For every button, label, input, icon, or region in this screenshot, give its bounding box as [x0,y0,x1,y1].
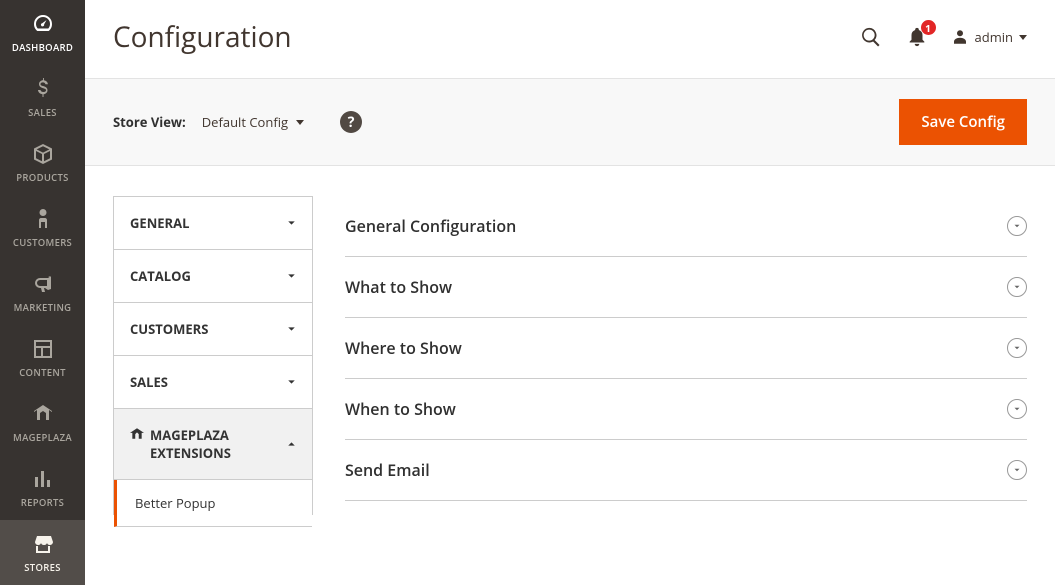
section-title: General Configuration [345,215,516,237]
user-menu[interactable]: admin [951,28,1027,46]
sidebar-label: REPORTS [21,496,64,509]
config-sections: General Configuration What to Show Where… [345,196,1027,515]
sidebar-label: PRODUCTS [16,171,68,184]
admin-sidebar: DASHBOARD SALES PRODUCTS CUSTOMERS MARKE… [0,0,85,545]
tab-mageplaza-extensions[interactable]: MAGEPLAZA EXTENSIONS [114,409,312,480]
subtab-better-popup[interactable]: Better Popup [114,480,312,527]
sidebar-item-customers[interactable]: CUSTOMERS [0,195,85,260]
scope-bar: Store View: Default Config ? Save Config [85,78,1055,166]
gauge-icon [31,10,55,38]
store-icon [31,530,55,558]
mageplaza-icon [31,400,55,428]
tab-label: GENERAL [130,214,189,232]
sidebar-label: SALES [28,106,57,119]
section-general-configuration[interactable]: General Configuration [345,196,1027,257]
caret-down-icon [296,120,304,125]
sidebar-label: CUSTOMERS [13,236,72,249]
section-when-to-show[interactable]: When to Show [345,379,1027,440]
config-tabs: GENERAL CATALOG CUSTOMERS SALES MAGEPLAZ… [113,196,313,515]
person-icon [31,205,55,233]
box-icon [31,140,55,168]
user-label: admin [975,28,1013,46]
page-header: Configuration 1 admin [85,0,1055,78]
help-icon[interactable]: ? [340,111,362,133]
expand-icon [1007,460,1027,480]
sidebar-item-products[interactable]: PRODUCTS [0,130,85,195]
megaphone-icon [31,270,55,298]
sidebar-item-marketing[interactable]: MARKETING [0,260,85,325]
store-view-switcher[interactable]: Default Config [202,113,304,131]
tab-label: SALES [130,373,168,391]
tab-label: CUSTOMERS [130,320,208,338]
chevron-down-icon [285,376,298,389]
header-actions: 1 admin [859,25,1027,49]
tab-catalog[interactable]: CATALOG [114,250,312,303]
tab-label: MAGEPLAZA EXTENSIONS [150,426,252,462]
sidebar-item-dashboard[interactable]: DASHBOARD [0,0,85,65]
sidebar-item-reports[interactable]: REPORTS [0,455,85,520]
section-title: Send Email [345,459,430,481]
chevron-down-icon [285,217,298,230]
page-title: Configuration [113,18,292,56]
sidebar-label: CONTENT [19,366,66,379]
section-title: What to Show [345,276,452,298]
chevron-down-icon [285,270,298,283]
section-title: Where to Show [345,337,462,359]
section-send-email[interactable]: Send Email [345,440,1027,501]
user-icon [951,28,969,46]
sidebar-label: MAGEPLAZA [13,431,72,444]
caret-down-icon [1019,35,1027,40]
sidebar-item-stores[interactable]: STORES [0,520,85,585]
notifications-badge: 1 [921,20,936,35]
expand-icon [1007,216,1027,236]
sidebar-label: STORES [24,561,60,574]
notifications-icon[interactable]: 1 [905,25,929,49]
section-where-to-show[interactable]: Where to Show [345,318,1027,379]
tab-label: CATALOG [130,267,191,285]
dollar-icon [31,75,55,103]
mageplaza-logo-icon [130,428,144,439]
config-content: GENERAL CATALOG CUSTOMERS SALES MAGEPLAZ… [85,166,1055,545]
expand-icon [1007,399,1027,419]
sidebar-label: MARKETING [14,301,72,314]
sidebar-item-sales[interactable]: SALES [0,65,85,130]
search-icon[interactable] [859,25,883,49]
chevron-up-icon [285,438,298,451]
layout-icon [31,335,55,363]
sidebar-label: DASHBOARD [12,41,73,54]
section-what-to-show[interactable]: What to Show [345,257,1027,318]
bar-chart-icon [31,465,55,493]
save-config-button[interactable]: Save Config [899,99,1027,145]
sidebar-item-mageplaza[interactable]: MAGEPLAZA [0,390,85,455]
store-view-label: Store View: [113,113,186,131]
sidebar-item-content[interactable]: CONTENT [0,325,85,390]
store-view-value: Default Config [202,113,288,131]
section-title: When to Show [345,398,456,420]
main-panel: Configuration 1 admin Store View: Defaul… [85,0,1055,545]
expand-icon [1007,338,1027,358]
expand-icon [1007,277,1027,297]
tab-sales[interactable]: SALES [114,356,312,409]
tab-general[interactable]: GENERAL [114,197,312,250]
chevron-down-icon [285,323,298,336]
tab-customers[interactable]: CUSTOMERS [114,303,312,356]
